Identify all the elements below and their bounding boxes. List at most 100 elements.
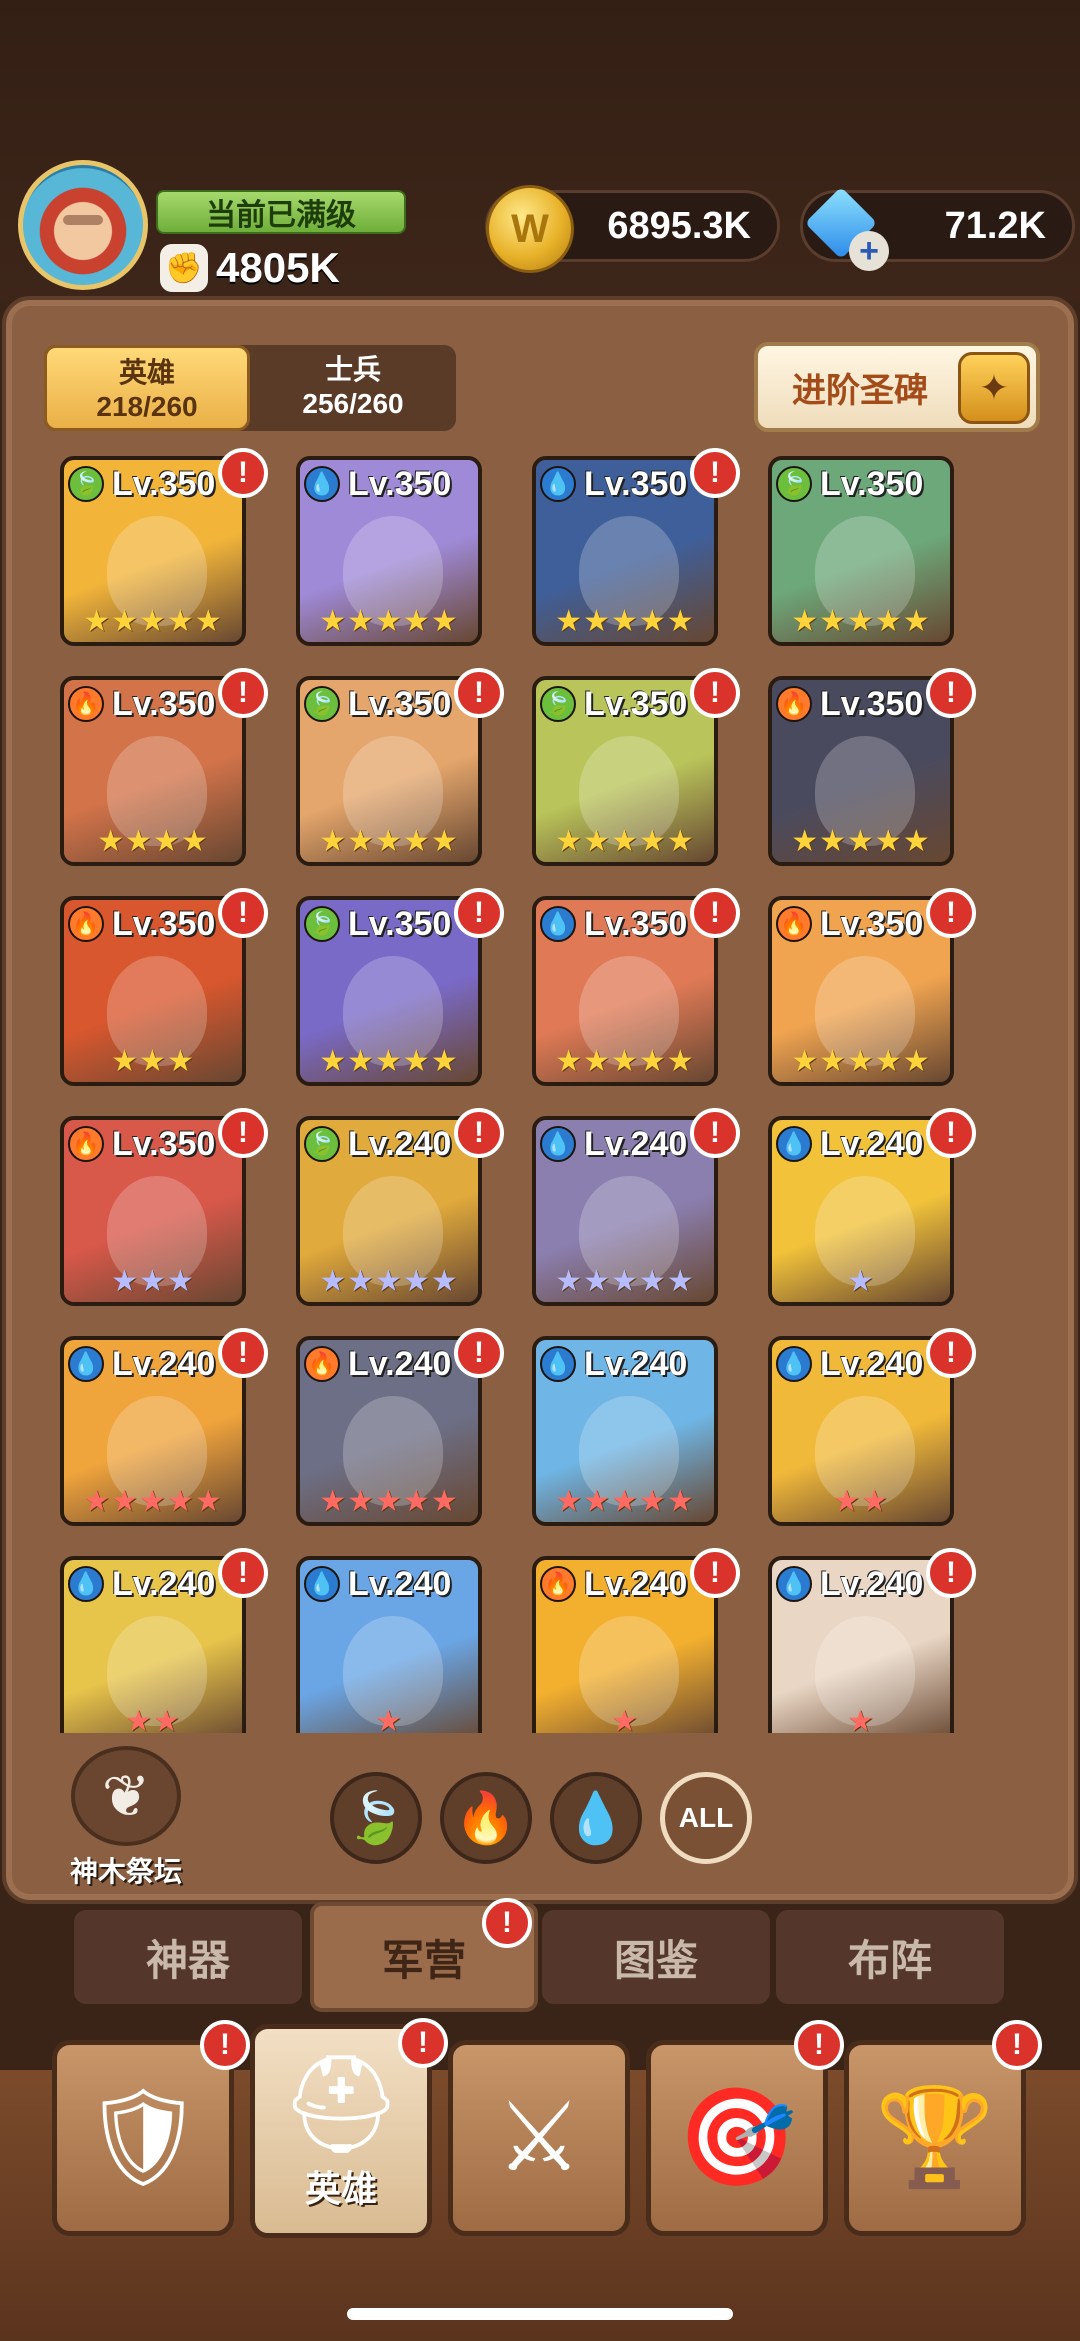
hero-stars: ★★★★★ — [791, 1045, 931, 1078]
fist-icon: ✊ — [160, 244, 208, 292]
hero-card[interactable]: 🔥 Lv.350 ★★★★ — [60, 676, 246, 866]
hero-card[interactable]: 🔥 Lv.350 ★★★ — [60, 896, 246, 1086]
hero-stars: ★★★★★ — [83, 1485, 223, 1518]
tab-soldiers[interactable]: 士兵 256/260 — [250, 345, 456, 431]
hero-stars: ★★★★★ — [83, 605, 223, 638]
nav-battle-button[interactable]: ⚔ — [448, 2040, 630, 2236]
hero-level: Lv.350 — [112, 464, 216, 503]
hero-card[interactable]: 🍃 Lv.350 ★★★★★ — [532, 676, 718, 866]
tab-heroes-count: 218/260 — [96, 391, 198, 422]
nav-trophy-button[interactable]: 🏆 — [844, 2040, 1026, 2236]
filter-leaf[interactable]: 🍃 — [330, 1772, 422, 1864]
alert-badge: ! — [218, 668, 268, 718]
target-icon: 🎯 — [677, 2084, 797, 2191]
hero-card[interactable]: 💧 Lv.240 ★★ — [60, 1556, 246, 1733]
hero-card[interactable]: 🔥 Lv.240 ★ — [532, 1556, 718, 1733]
alert-badge: ! — [218, 1328, 268, 1378]
tab-soldiers-count: 256/260 — [302, 388, 404, 419]
alert-badge: ! — [926, 1328, 976, 1378]
alert-badge: ! — [454, 668, 504, 718]
hero-level: Lv.350 — [584, 464, 688, 503]
alert-badge: ! — [200, 2020, 250, 2070]
tab-formation[interactable]: 布阵 — [776, 1910, 1004, 2004]
hero-level: Lv.240 — [584, 1344, 688, 1383]
hero-card[interactable]: 💧 Lv.240 ★★★★★ — [60, 1336, 246, 1526]
hero-level: Lv.350 — [820, 904, 924, 943]
hero-card[interactable]: 💧 Lv.240 ★★★★★ — [532, 1116, 718, 1306]
alert-badge: ! — [454, 1108, 504, 1158]
hero-card[interactable]: 🍃 Lv.350 ★★★★★ — [768, 456, 954, 646]
alert-badge: ! — [218, 1108, 268, 1158]
hero-card[interactable]: 💧 Lv.240 ★★ — [768, 1336, 954, 1526]
hero-stars: ★★★★★ — [555, 1485, 695, 1518]
alert-badge: ! — [690, 1108, 740, 1158]
tab-heroes[interactable]: 英雄 218/260 — [44, 345, 250, 431]
hero-stars: ★★★ — [111, 1265, 195, 1298]
alert-badge: ! — [926, 888, 976, 938]
hero-card[interactable]: 💧 Lv.350 ★★★★★ — [532, 456, 718, 646]
hero-card[interactable]: 🍃 Lv.350 ★★★★★ — [296, 896, 482, 1086]
filter-all-label: ALL — [678, 1802, 734, 1833]
hero-stars: ★★★★★ — [555, 605, 695, 638]
hero-card[interactable]: 🔥 Lv.240 ★★★★★ — [296, 1336, 482, 1526]
hero-level: Lv.240 — [348, 1124, 452, 1163]
filter-all[interactable]: ALL — [660, 1772, 752, 1864]
gem-counter[interactable]: + 71.2K — [800, 186, 1075, 271]
hero-level: Lv.350 — [112, 1124, 216, 1163]
nav-target-button[interactable]: 🎯 — [646, 2040, 828, 2236]
alert-badge: ! — [690, 448, 740, 498]
home-indicator[interactable] — [347, 2308, 733, 2320]
gold-counter[interactable]: W 6895.3K — [485, 185, 780, 273]
hero-card[interactable]: 💧 Lv.350 ★★★★★ — [532, 896, 718, 1086]
alert-badge: ! — [926, 1548, 976, 1598]
hero-card[interactable]: 🍃 Lv.240 ★★★★★ — [296, 1116, 482, 1306]
fire-icon: 🔥 — [454, 1789, 518, 1846]
gold-amount: 6895.3K — [607, 204, 751, 247]
filter-fire[interactable]: 🔥 — [440, 1772, 532, 1864]
water-drop-icon: 💧 — [564, 1789, 628, 1846]
hero-level: Lv.350 — [112, 904, 216, 943]
battle-icon: ⚔ — [495, 2084, 583, 2191]
hero-card[interactable]: 💧 Lv.240 ★ — [768, 1116, 954, 1306]
hero-level: Lv.350 — [820, 464, 924, 503]
hero-level: Lv.240 — [584, 1124, 688, 1163]
filter-water[interactable]: 💧 — [550, 1772, 642, 1864]
hero-stars: ★★★★★ — [319, 1485, 459, 1518]
trophy-icon: 🏆 — [875, 2084, 995, 2191]
banner-icon: 🛡 — [82, 2084, 204, 2191]
hero-card[interactable]: 🍃 Lv.350 ★★★★★ — [296, 676, 482, 866]
hero-stars: ★★★ — [111, 1045, 195, 1078]
alert-badge: ! — [218, 888, 268, 938]
hero-card[interactable]: 💧 Lv.240 ★ — [296, 1556, 482, 1733]
advance-stele-button[interactable]: 进阶圣碑 ✦ — [754, 342, 1040, 432]
nav-banner-button[interactable]: 🛡 — [52, 2040, 234, 2236]
hero-card[interactable]: 🔥 Lv.350 ★★★★★ — [768, 896, 954, 1086]
hero-stars: ★★★★★ — [791, 605, 931, 638]
hero-stars: ★ — [847, 1265, 875, 1298]
tab-soldiers-label: 士兵 — [324, 354, 381, 385]
tab-codex[interactable]: 图鉴 — [542, 1910, 770, 2004]
hero-level: Lv.350 — [584, 684, 688, 723]
hero-stars: ★★ — [125, 1705, 181, 1733]
tab-formation-label: 布阵 — [847, 1936, 932, 1984]
hero-level: Lv.350 — [820, 684, 924, 723]
hero-level: Lv.240 — [112, 1344, 216, 1383]
heroes-icon: ⛑ — [280, 2051, 402, 2158]
tab-artifacts[interactable]: 神器 — [74, 1910, 302, 2004]
sprout-icon: ❦ — [71, 1746, 181, 1846]
hero-card[interactable]: 🔥 Lv.350 ★★★ — [60, 1116, 246, 1306]
add-gem-button[interactable]: + — [849, 231, 889, 271]
gold-coin-icon: W — [486, 185, 574, 273]
compass-emblem-icon: ✦ — [958, 352, 1030, 424]
player-avatar[interactable] — [18, 160, 148, 290]
roster-tabs: 英雄 218/260 士兵 256/260 — [44, 345, 456, 431]
hero-card[interactable]: 💧 Lv.240 ★ — [768, 1556, 954, 1733]
tab-codex-label: 图鉴 — [613, 1936, 698, 1984]
hero-card[interactable]: 🔥 Lv.350 ★★★★★ — [768, 676, 954, 866]
sacred-tree-altar[interactable]: ❦ 神木祭坛 — [66, 1746, 186, 1890]
hero-stars: ★★★★★ — [555, 825, 695, 858]
hero-card[interactable]: 🍃 Lv.350 ★★★★★ — [60, 456, 246, 646]
hero-card[interactable]: 💧 Lv.350 ★★★★★ — [296, 456, 482, 646]
hero-card[interactable]: 💧 Lv.240 ★★★★★ — [532, 1336, 718, 1526]
altar-label: 神木祭坛 — [69, 1856, 182, 1887]
